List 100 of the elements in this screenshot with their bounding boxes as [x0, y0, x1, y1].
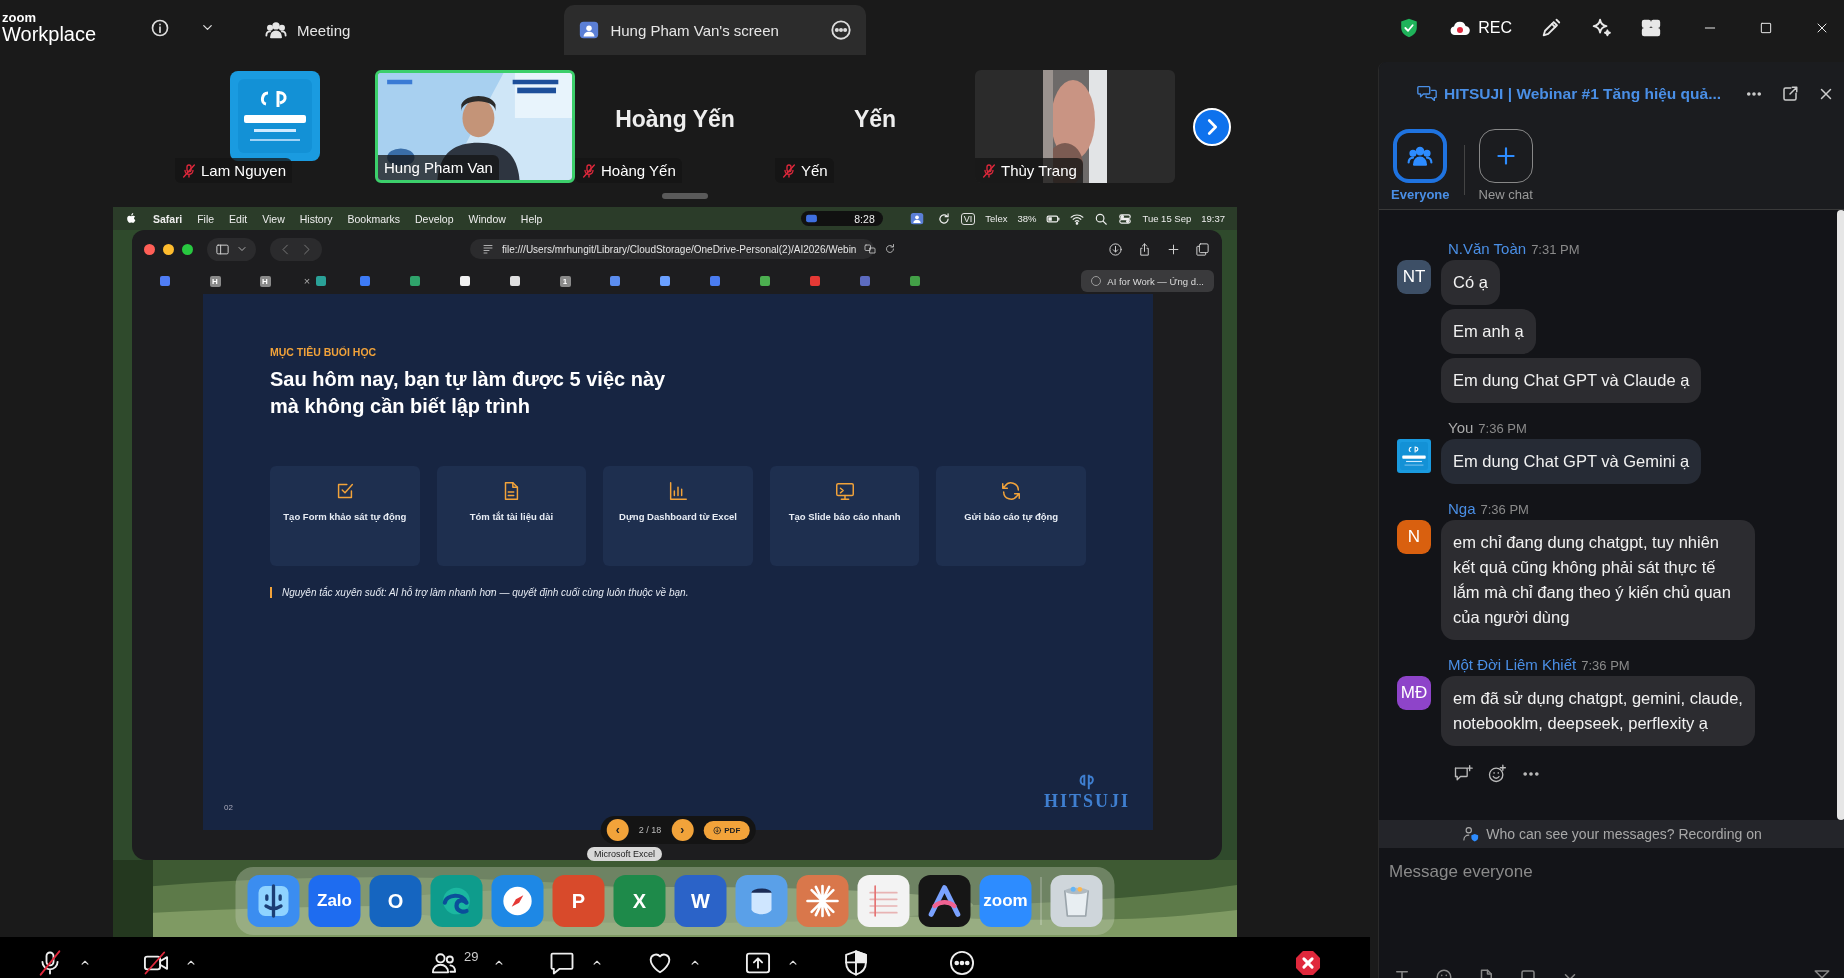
participant-display-name: Hoàng Yến	[615, 106, 735, 133]
add-reaction-icon[interactable]	[1487, 764, 1507, 784]
participant-name: Hoàng Yến	[601, 162, 676, 179]
wifi-icon[interactable]	[1070, 211, 1085, 226]
control-center-icon[interactable]	[1118, 211, 1133, 226]
card-label: Tóm tắt tài liệu dài	[469, 510, 554, 524]
menu-item[interactable]: File	[197, 212, 215, 225]
pen-icon[interactable]	[1540, 16, 1562, 39]
window-tab[interactable]: Meeting	[251, 5, 365, 55]
message-bubble: Em anh ạ	[1441, 309, 1536, 354]
message-bubble: em đã sử dụng chatgpt, gemini, claude, notebooklm, deepseek, perflexity ạ	[1441, 676, 1755, 746]
app-logo: zoom Workplace	[1, 11, 98, 44]
menu-item[interactable]: View	[262, 212, 285, 225]
download-icon[interactable]	[1108, 241, 1123, 257]
input-source-badge[interactable]: VI	[960, 212, 976, 225]
video-tile[interactable]: Lam Nguyen	[175, 70, 375, 183]
favicon: H	[259, 275, 271, 287]
pop-out-icon[interactable]	[1781, 84, 1799, 103]
menu-item[interactable]: Window	[468, 212, 506, 225]
more-icon[interactable]	[830, 19, 853, 41]
sidebar-button[interactable]	[207, 237, 256, 261]
brand-logo: HITSUJI	[1043, 773, 1130, 812]
menu-bar-clock: 19:37	[1201, 213, 1225, 224]
dock-app[interactable]: Zalo	[308, 875, 361, 927]
menu-item[interactable]: Help	[520, 212, 543, 225]
participants-button[interactable]: 29	[430, 949, 479, 977]
sender-name: Một Đời Liêm Khiết	[1448, 656, 1577, 673]
window-tab[interactable]: Hung Pham Van's screen	[564, 5, 867, 55]
menu-item[interactable]: Develop	[414, 212, 454, 225]
menu-item[interactable]: Safari	[153, 212, 183, 225]
message-field[interactable]: Message everyone	[1379, 848, 1844, 896]
dock-app[interactable]	[430, 875, 483, 927]
card-label: Tạo Form khảo sát tự động	[283, 510, 407, 524]
menu-item[interactable]: History	[299, 212, 333, 225]
more-button[interactable]	[948, 949, 977, 977]
browser-tab[interactable]: ×	[290, 270, 340, 292]
zoom-dot[interactable]	[182, 243, 193, 255]
video-tile[interactable]: Hung Pham Van	[375, 70, 575, 183]
next-slide-button[interactable]: ›	[671, 819, 694, 841]
message-bubble: Có ạ	[1441, 260, 1500, 305]
apple-icon[interactable]	[125, 212, 138, 225]
dock-app[interactable]	[491, 875, 544, 927]
end-button[interactable]	[1294, 949, 1322, 977]
sparkle-icon[interactable]	[1590, 16, 1612, 39]
record-button[interactable]: REC	[1448, 15, 1512, 40]
share-icon[interactable]	[1137, 241, 1152, 257]
sync-icon[interactable]	[936, 211, 951, 226]
video-off-icon	[142, 949, 170, 977]
scrollbar[interactable]	[1837, 210, 1844, 820]
message-bubble: Em dung Chat GPT và Gemini ạ	[1441, 439, 1702, 484]
privacy-notice[interactable]: Who can see your messages? Recording on	[1379, 820, 1844, 848]
browser-tab[interactable]: AI for Work — Ứng d...	[1081, 270, 1214, 292]
menu-item[interactable]: Bookmarks	[347, 212, 400, 225]
slide-eyebrow: MỤC TIÊU BUỔI HỌC	[270, 346, 378, 358]
message-time: 7:36 PM	[1581, 658, 1630, 673]
slide-counter: 2 / 18	[638, 825, 662, 835]
reload-icon	[884, 243, 897, 255]
slide-number: 02	[224, 803, 233, 812]
dock-app[interactable]	[857, 875, 910, 927]
menu-bar-date: Tue 15 Sep	[1142, 213, 1192, 224]
chat-title: HITSUJI | Webinar #1 Tăng hiệu quả...	[1444, 84, 1722, 103]
search-icon[interactable]	[1094, 211, 1109, 226]
timer-pill[interactable]: 8:28	[801, 211, 883, 226]
dock-app[interactable]	[796, 875, 849, 927]
favicon: 1	[559, 275, 571, 287]
message-time: 7:36 PM	[1478, 421, 1527, 436]
menu-item[interactable]: Edit	[229, 212, 248, 225]
dock-app[interactable]	[735, 875, 788, 927]
tooltip: Microsoft Excel	[587, 847, 662, 861]
tabs-icon[interactable]	[1195, 241, 1210, 257]
person-shield-icon	[1462, 825, 1481, 843]
video-tile[interactable]: Yến Yến	[775, 70, 975, 183]
end-icon	[1294, 949, 1322, 977]
minimize-dot[interactable]	[163, 243, 174, 255]
video-button[interactable]	[142, 949, 170, 977]
next-page-button[interactable]	[1193, 107, 1231, 146]
new-tab-icon[interactable]	[1166, 241, 1181, 257]
participant-name: Lam Nguyen	[201, 162, 287, 179]
dock-app[interactable]: X	[613, 875, 666, 927]
previous-slide-button[interactable]: ‹	[606, 819, 629, 841]
avatar: MĐ	[1397, 676, 1431, 710]
avatar-icon	[578, 19, 601, 41]
sender-name: Nga	[1448, 500, 1476, 517]
download-icon	[712, 825, 722, 835]
dock-app[interactable]	[918, 875, 971, 927]
close-dot[interactable]	[144, 243, 155, 255]
video-tile[interactable]: Thùy Trang	[975, 70, 1175, 183]
message-bubble: em chỉ đang dung chatgpt, tuy nhiên kết quả cũng không phải sát thực tế lắm mà chỉ đang theo ý kiến chủ quan của người dùng	[1441, 520, 1755, 640]
dock-app[interactable]: O	[369, 875, 422, 927]
dock-app[interactable]	[1050, 875, 1103, 927]
sender-name: You	[1448, 419, 1474, 436]
favicon: H	[209, 275, 221, 287]
close-tab-mark[interactable]: ×	[303, 275, 311, 287]
dock-app[interactable]: P	[552, 875, 605, 927]
dock-app[interactable]: W	[674, 875, 727, 927]
dock-app[interactable]	[247, 875, 300, 927]
pdf-button[interactable]: PDF	[703, 820, 750, 840]
scroll-handle[interactable]	[662, 193, 708, 199]
video-tile[interactable]: Hoàng Yến Hoàng Yến	[575, 70, 775, 183]
info-icon[interactable]	[150, 17, 170, 38]
